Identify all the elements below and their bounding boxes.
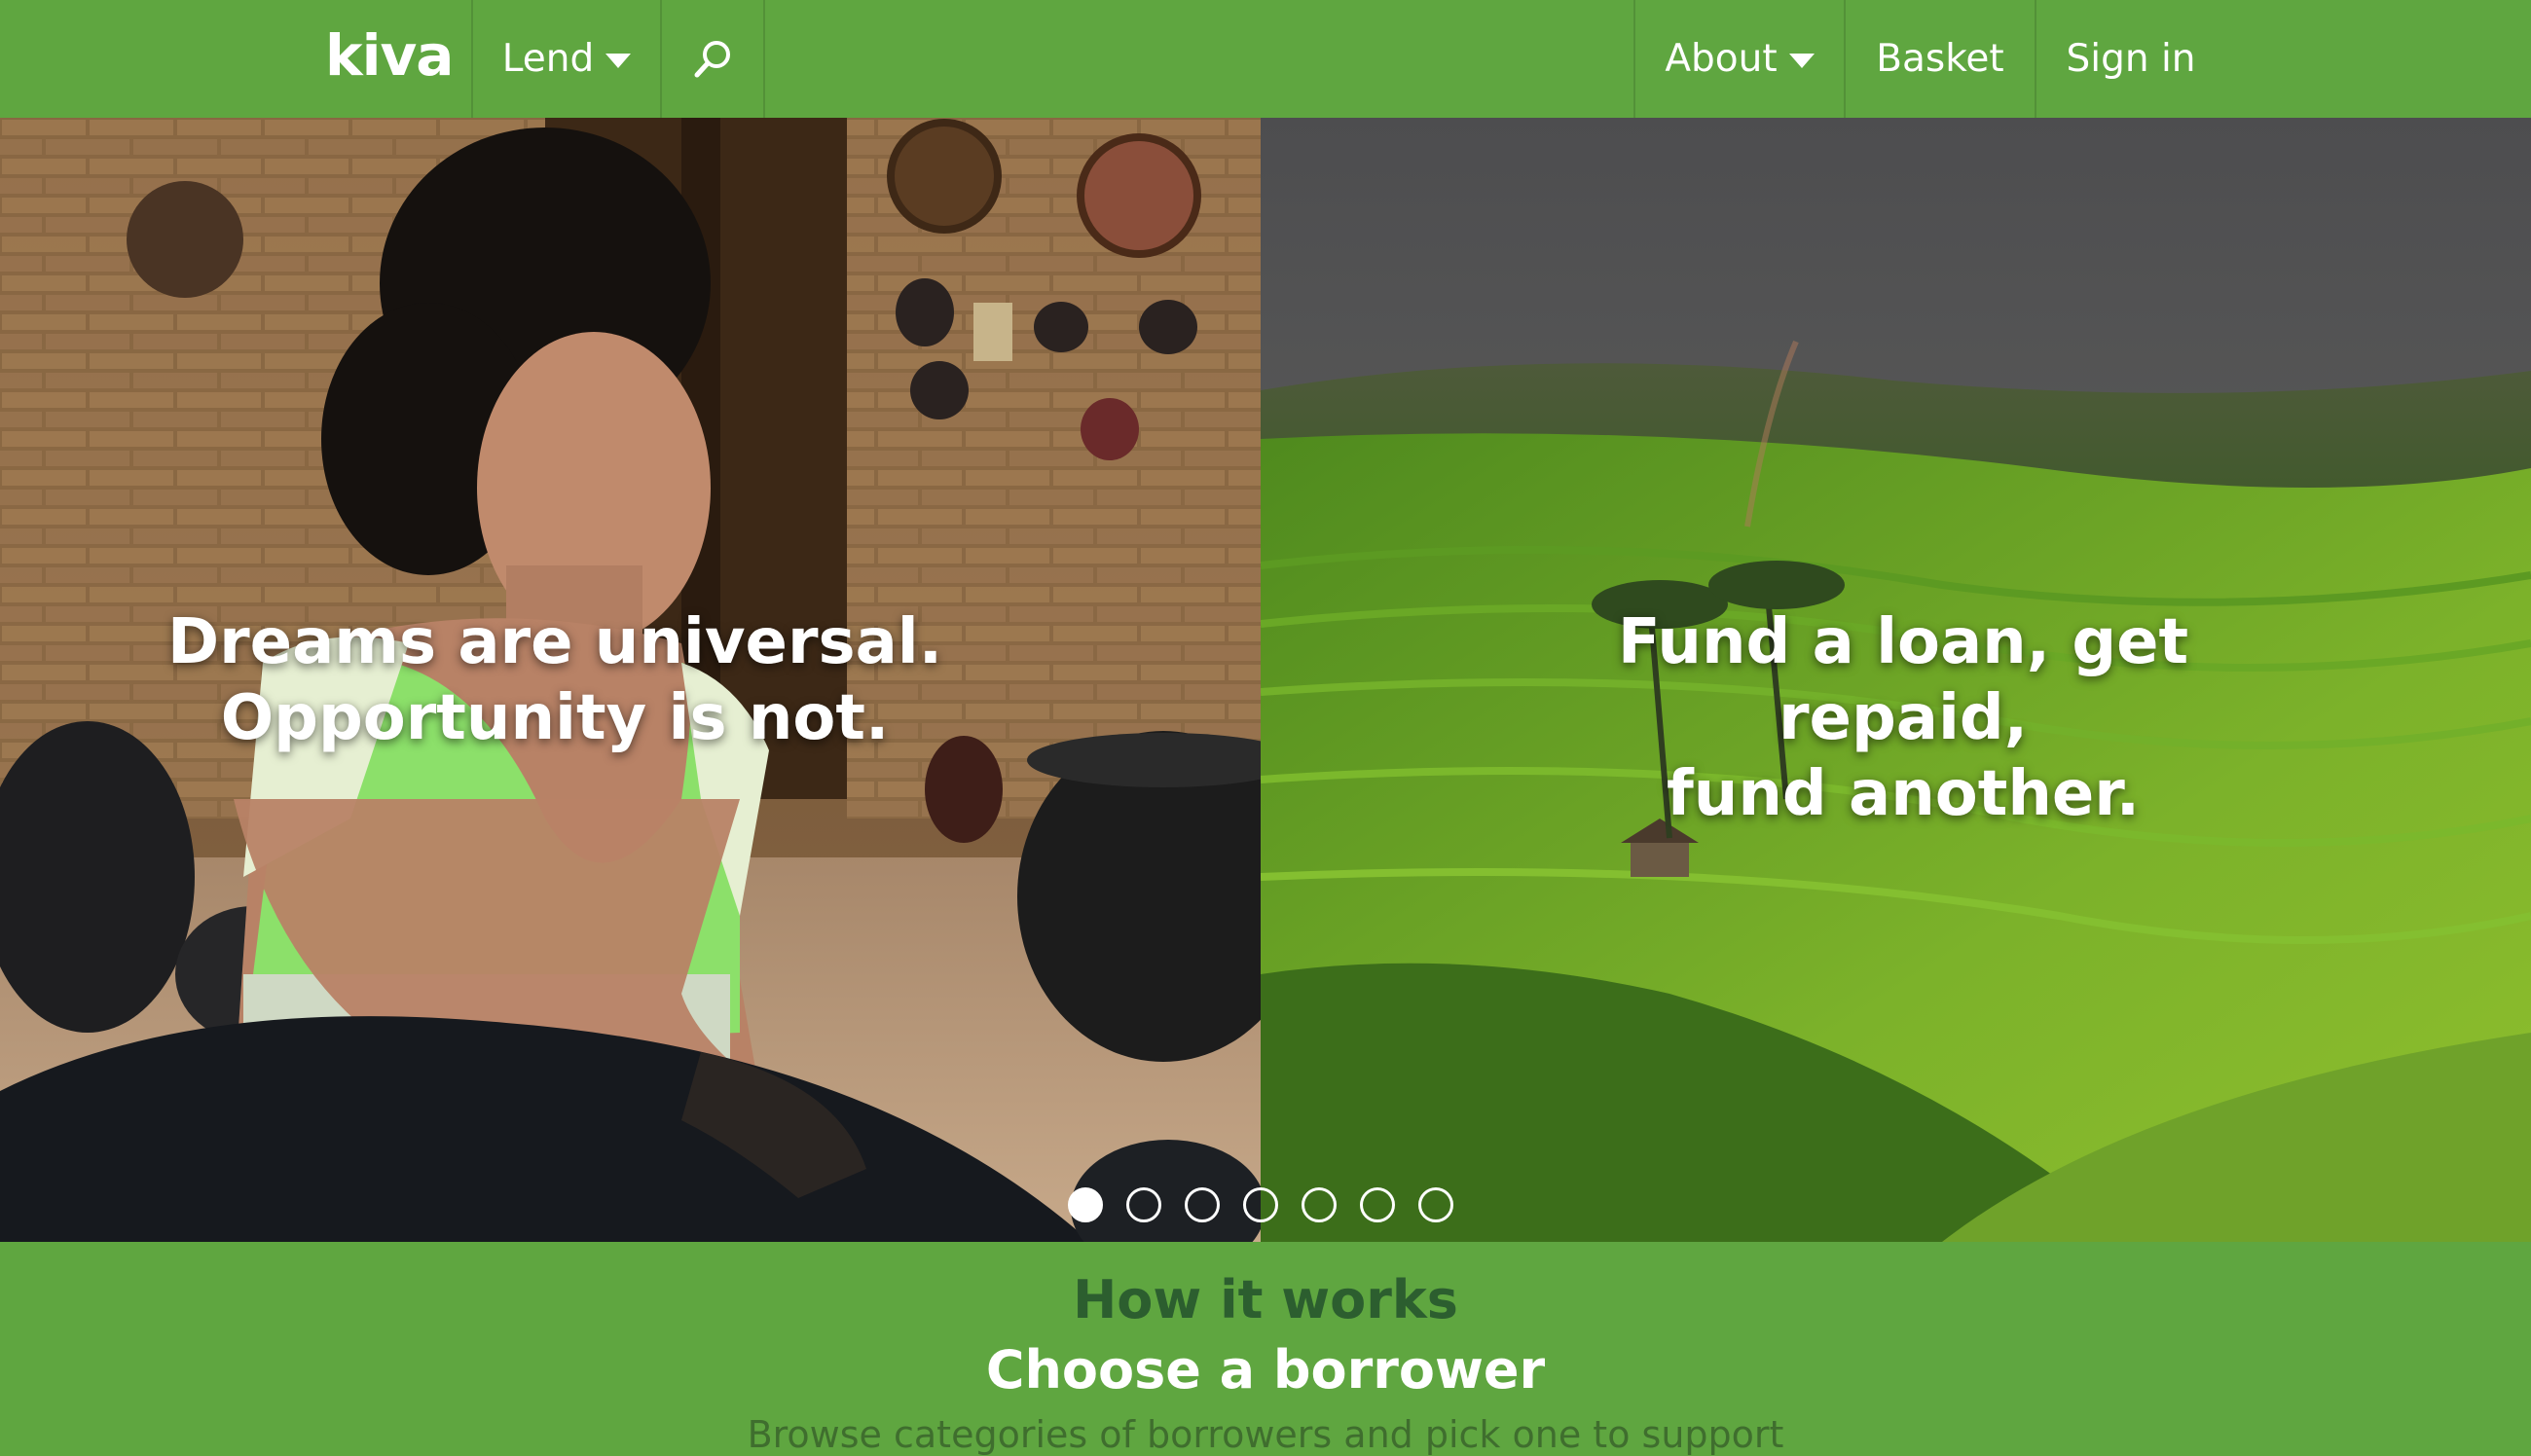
nav-lend-label: Lend [501, 37, 595, 81]
how-it-works-section: How it works Choose a borrower Browse ca… [0, 1242, 2531, 1456]
carousel-dot-4[interactable] [1243, 1187, 1278, 1222]
carousel-dot-6[interactable] [1360, 1187, 1395, 1222]
kiva-logo[interactable]: kiva [325, 21, 454, 90]
nav-lend[interactable]: Lend [471, 0, 660, 118]
carousel-dot-7[interactable] [1418, 1187, 1453, 1222]
carousel-dot-1[interactable] [1068, 1187, 1103, 1222]
carousel-dot-2[interactable] [1126, 1187, 1161, 1222]
search-icon [694, 40, 730, 77]
nav-sign-in[interactable]: Sign in [2035, 0, 2225, 118]
nav-about-label: About [1665, 37, 1778, 81]
hero-slide-left: Dreams are universal. Opportunity is not… [0, 118, 1261, 1242]
hero-right-line-1: Fund a loan, get repaid, [1617, 606, 2189, 754]
nav-about[interactable]: About [1633, 0, 1844, 118]
hero-carousel[interactable]: Dreams are universal. Opportunity is not… [0, 118, 2531, 1242]
carousel-dots [1068, 1187, 1453, 1226]
hero-right-heading: Fund a loan, get repaid, fund another. [1533, 604, 2273, 832]
carousel-dot-3[interactable] [1185, 1187, 1220, 1222]
nav-sign-in-label: Sign in [2066, 37, 2196, 81]
chevron-down-icon [605, 54, 632, 68]
nav-search-button[interactable] [660, 0, 765, 118]
hero-left-line-1: Dreams are universal. [166, 606, 943, 678]
nav-basket-label: Basket [1876, 37, 2004, 81]
how-it-works-title: How it works [1073, 1269, 1458, 1330]
chevron-down-icon [1788, 54, 1815, 68]
top-navigation: kiva Lend About Basket Sign in [0, 0, 2531, 118]
hero-left-heading: Dreams are universal. Opportunity is not… [0, 604, 1110, 756]
hero-left-line-2: Opportunity is not. [220, 682, 890, 754]
nav-basket[interactable]: Basket [1844, 0, 2035, 118]
hero-right-line-2: fund another. [1666, 758, 2141, 830]
how-it-works-subtitle: Choose a borrower [985, 1339, 1546, 1401]
how-it-works-description: Browse categories of borrowers and pick … [747, 1413, 1784, 1456]
hero-slide-right: Fund a loan, get repaid, fund another. [1261, 118, 2531, 1242]
carousel-dot-5[interactable] [1302, 1187, 1337, 1222]
